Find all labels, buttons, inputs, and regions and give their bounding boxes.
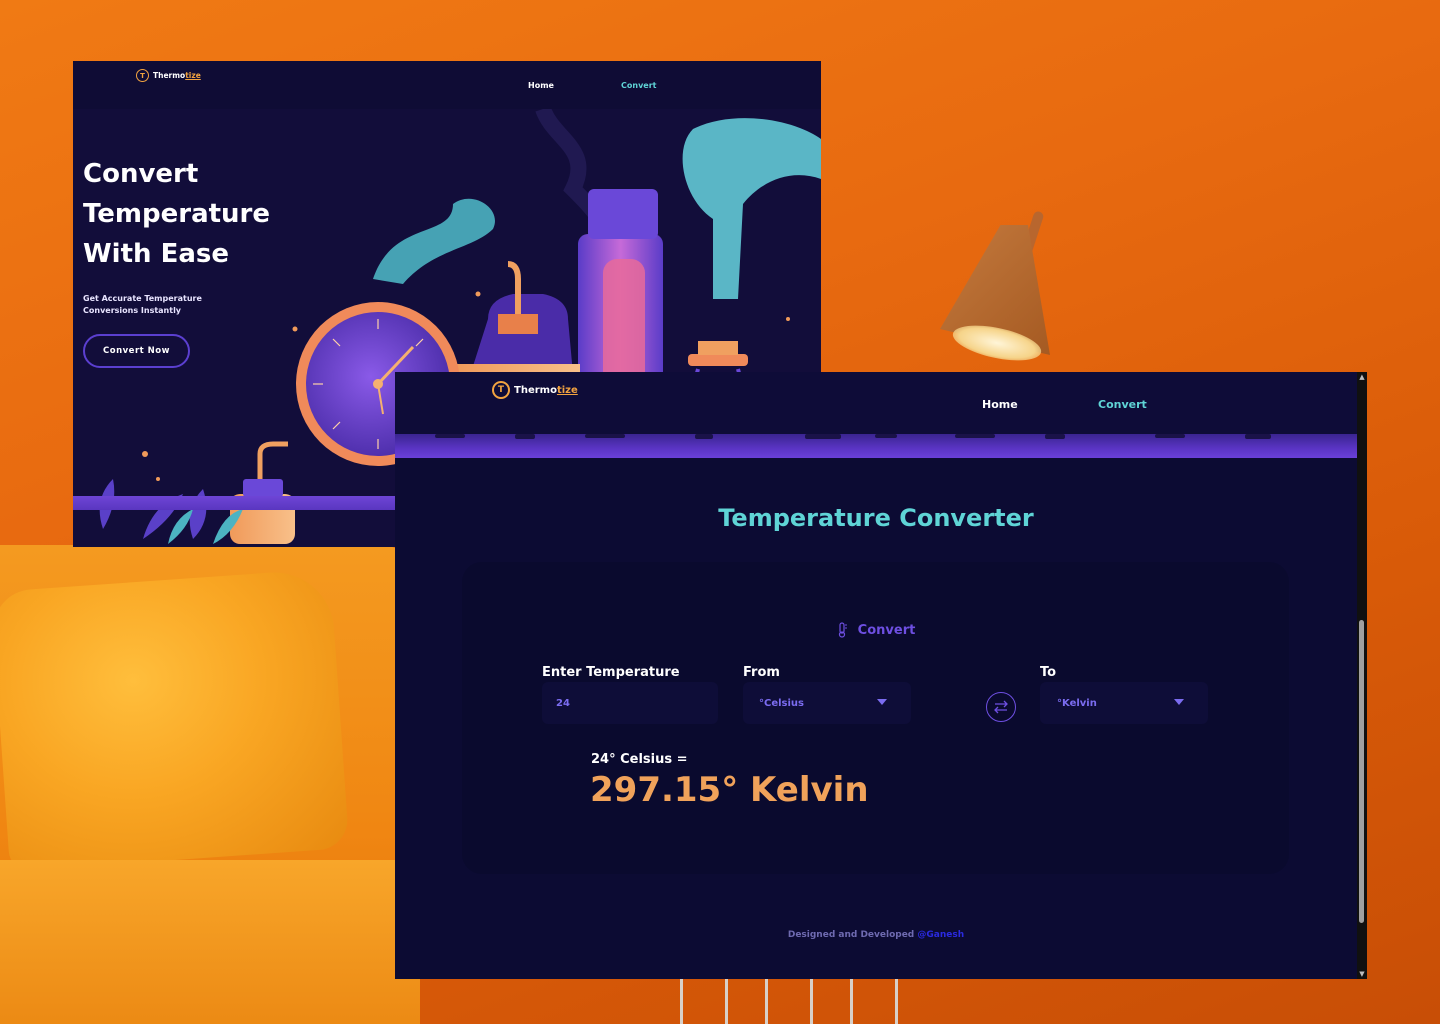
scroll-up-arrow-icon[interactable]: ▲: [1357, 372, 1367, 382]
scroll-thumb[interactable]: [1359, 620, 1364, 923]
lamp-arm: [1013, 210, 1045, 280]
footer-author-link[interactable]: @Ganesh: [917, 930, 964, 940]
nav-link-home[interactable]: Home: [982, 398, 1018, 411]
from-unit-select[interactable]: °Celsius: [743, 682, 911, 724]
chevron-down-icon: [1174, 699, 1184, 705]
hero-title-line: With Ease: [83, 239, 229, 269]
card-heading-text: Convert: [857, 622, 916, 638]
converter-navbar: T Thermo tize Home Convert: [395, 372, 1357, 434]
temperature-input-value: 24: [556, 697, 570, 709]
hero-title-line: Temperature: [83, 199, 271, 229]
sofa-backrest: [0, 545, 420, 1024]
hero-subtitle: Get Accurate Temperature Conversions Ins…: [83, 293, 243, 317]
swap-units-button[interactable]: [986, 692, 1016, 722]
from-unit-label: From: [743, 665, 780, 680]
brand-name-accent: tize: [556, 384, 578, 396]
nav-link-convert[interactable]: Convert: [621, 81, 656, 90]
banner-decoration: [435, 434, 1271, 439]
to-unit-value: °Kelvin: [1057, 697, 1097, 709]
brand-logo[interactable]: T Thermo tize: [492, 381, 578, 399]
hero-title: Convert Temperature With Ease: [83, 154, 343, 274]
nav-link-home[interactable]: Home: [528, 81, 554, 90]
brand-name: Thermo: [153, 71, 186, 80]
pillow: [0, 568, 350, 872]
sofa-seat: [0, 860, 420, 1024]
from-unit-value: °Celsius: [759, 697, 804, 709]
brand-logo[interactable]: T Thermo tize: [136, 69, 201, 82]
scroll-down-arrow-icon[interactable]: ▼: [1357, 969, 1367, 979]
converter-card: Convert Enter Temperature 24 From °Celsi…: [462, 562, 1289, 874]
temperature-input[interactable]: 24: [542, 682, 718, 724]
thermometer-logo-icon: T: [136, 69, 149, 82]
result-equation: 24° Celsius =: [591, 752, 688, 767]
temperature-input-label: Enter Temperature: [542, 665, 680, 680]
hero-title-line: Convert: [83, 159, 199, 189]
to-unit-label: To: [1040, 665, 1057, 680]
to-unit-select[interactable]: °Kelvin: [1040, 682, 1208, 724]
nav-link-convert[interactable]: Convert: [1098, 398, 1147, 411]
hero-subtitle-line: Get Accurate Temperature: [83, 294, 202, 303]
chevron-down-icon: [877, 699, 887, 705]
brand-name: Thermo: [514, 384, 557, 396]
card-heading: Convert: [462, 622, 1289, 638]
landing-navbar: T Thermo tize Home Convert: [73, 61, 821, 109]
footer: Designed and Developed @Ganesh: [395, 930, 1357, 940]
page-title: Temperature Converter: [718, 504, 1034, 532]
footer-credit: Designed and Developed: [787, 930, 918, 940]
hero-subtitle-line: Conversions Instantly: [83, 306, 182, 315]
lamp-bulb-glow: [949, 318, 1045, 368]
chair-legs: [680, 978, 900, 1024]
convert-now-button[interactable]: Convert Now: [83, 334, 190, 368]
converter-page-window: T Thermo tize Home Convert Temperature Co…: [395, 372, 1367, 979]
brand-name-accent: tize: [185, 71, 201, 80]
result-value: 297.15° Kelvin: [590, 770, 869, 810]
lamp-shade: [940, 225, 1050, 355]
vertical-scrollbar[interactable]: ▲ ▼: [1357, 372, 1367, 979]
thermometer-icon: [838, 622, 847, 638]
thermometer-logo-icon: T: [492, 381, 510, 399]
swap-arrows-icon: [994, 700, 1008, 714]
